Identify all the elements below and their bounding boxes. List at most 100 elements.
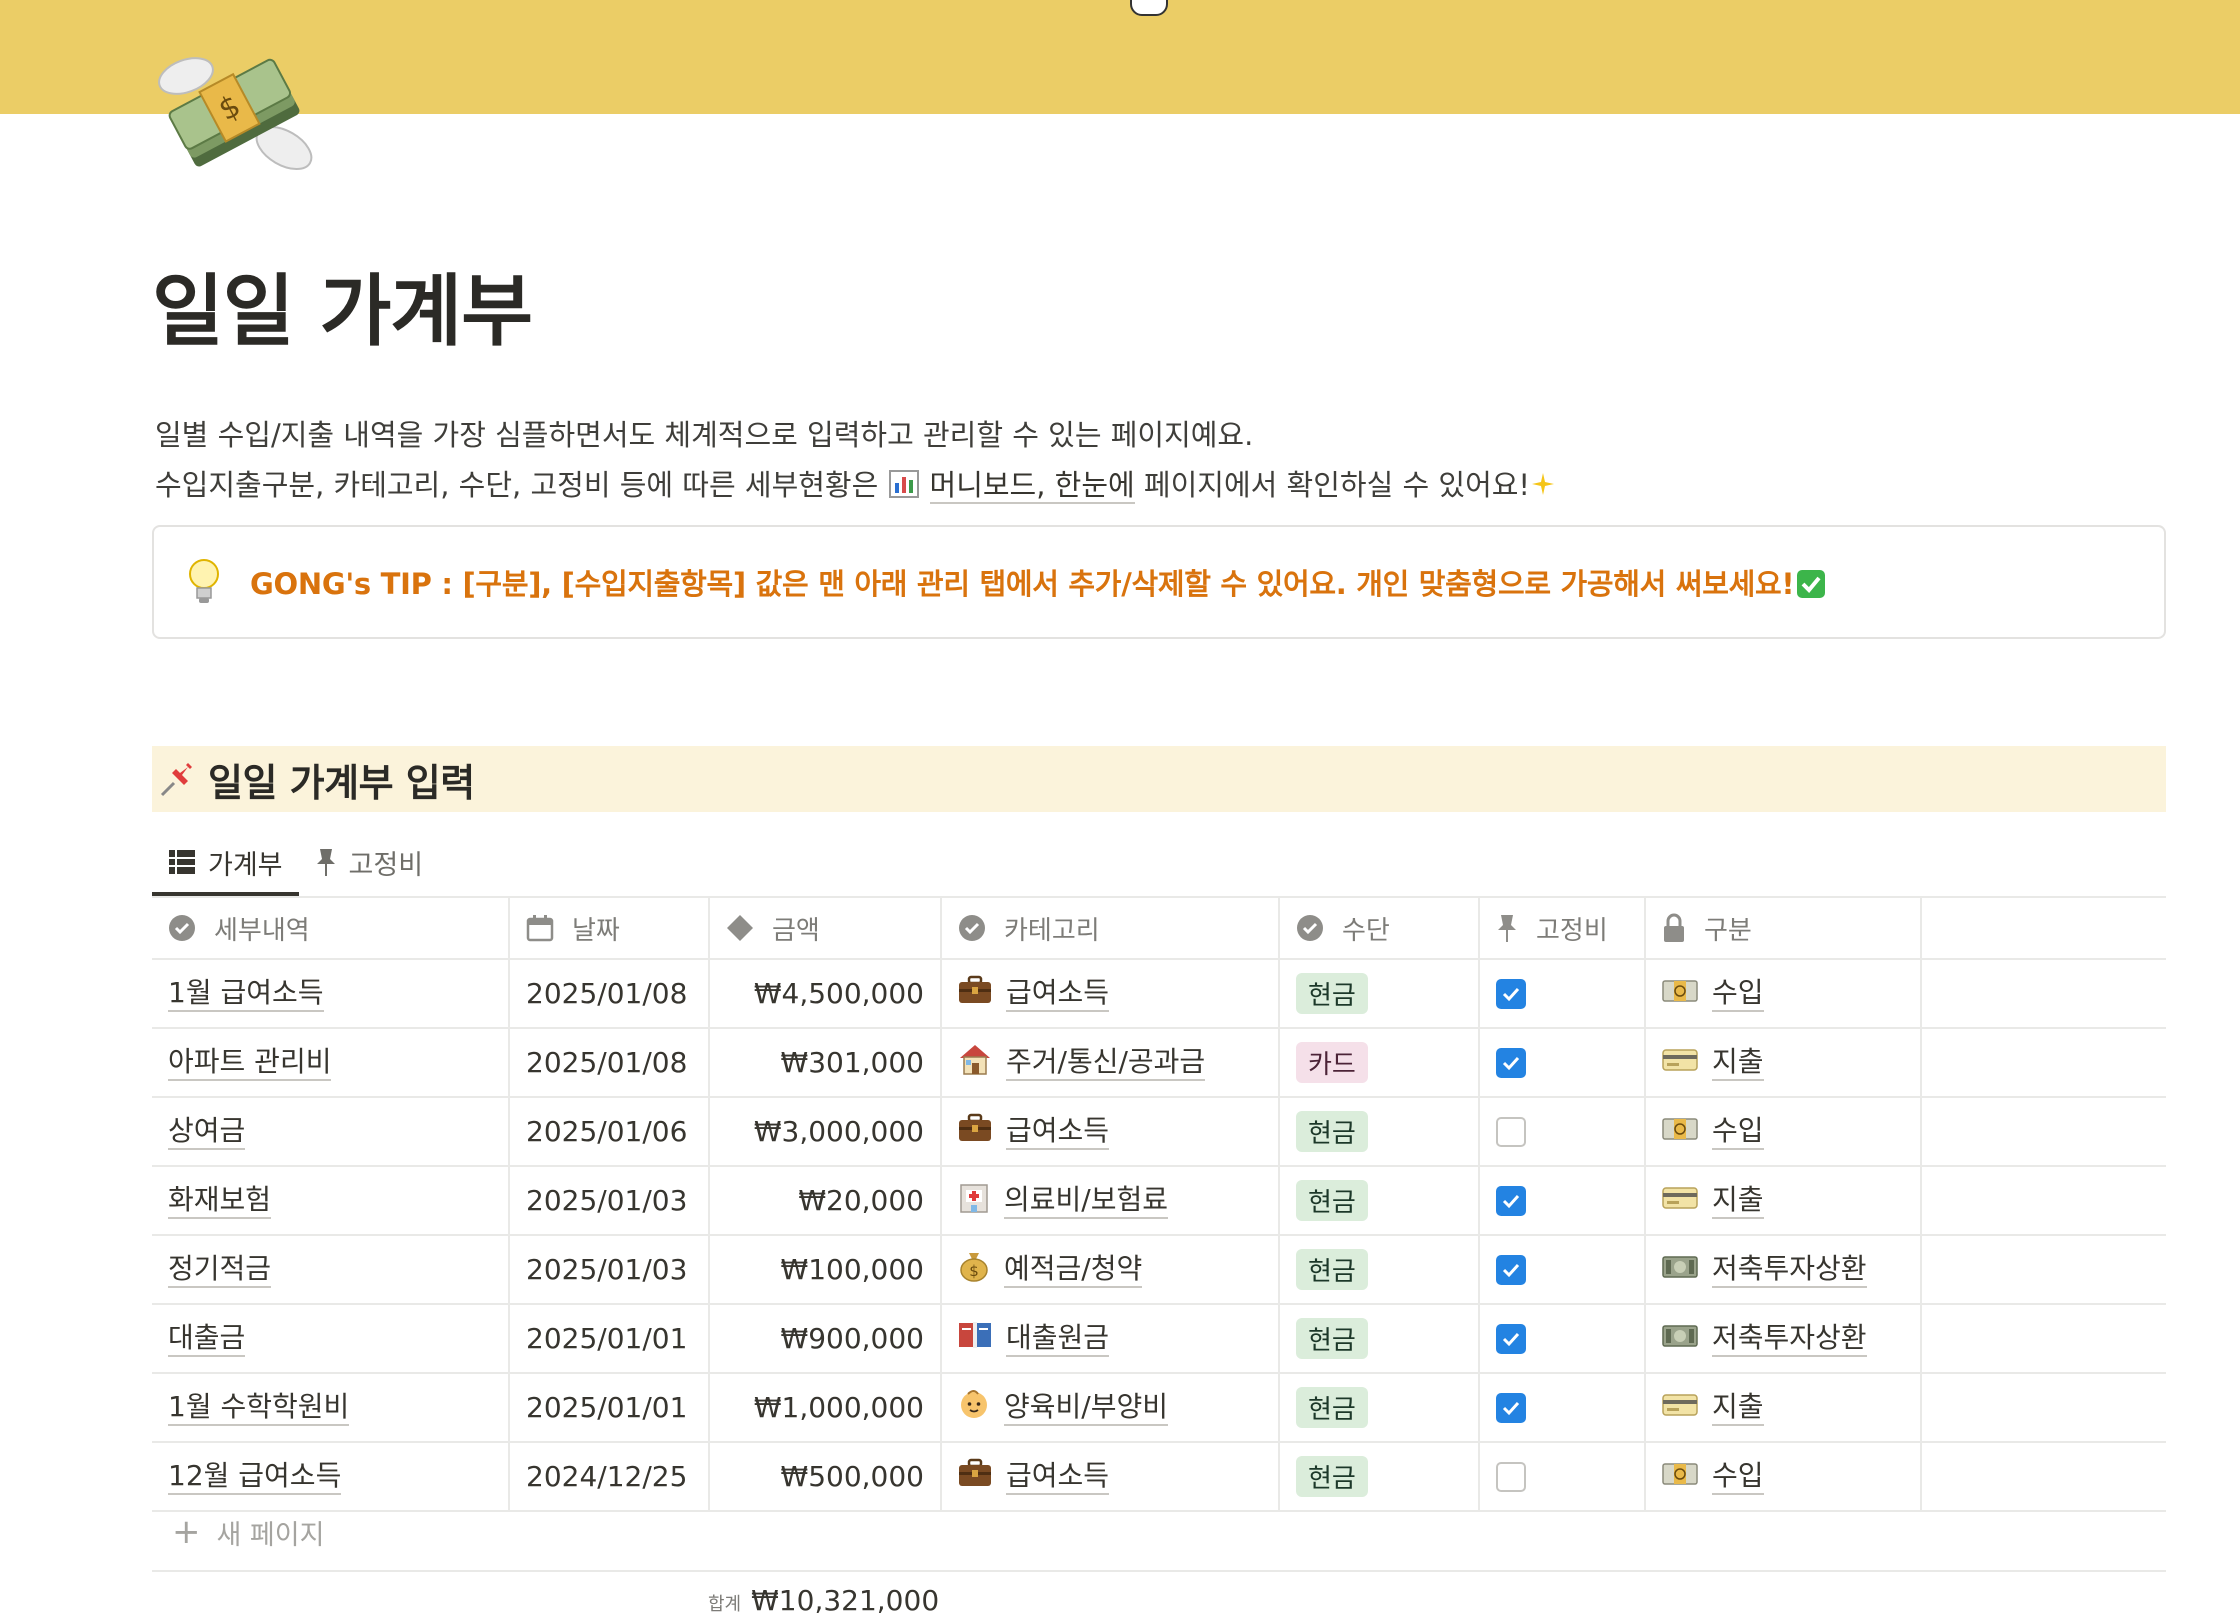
cell-detail[interactable]: 12월 급여소득 (152, 1443, 510, 1510)
cell-fixed-cost[interactable] (1480, 1236, 1646, 1303)
category-link[interactable]: 주거/통신/공과금 (1006, 1044, 1206, 1081)
cell-detail[interactable]: 정기적금 (152, 1236, 510, 1303)
tab-ledger[interactable]: 가계부 (152, 832, 299, 896)
cell-type[interactable]: 지출 (1646, 1167, 1922, 1234)
header-detail[interactable]: 세부내역 (152, 898, 510, 958)
cell-date[interactable]: 2025/01/01 (510, 1305, 710, 1372)
detail-link[interactable]: 화재보험 (168, 1182, 272, 1219)
header-category[interactable]: 카테고리 (942, 898, 1280, 958)
cell-method[interactable]: 현금 (1280, 1305, 1480, 1372)
fixed-cost-checkbox[interactable] (1496, 978, 1526, 1009)
cell-category[interactable]: 대출원금 (942, 1305, 1280, 1372)
table-row[interactable]: 정기적금 2025/01/03 ₩100,000 $ 예적금/청약 현금 저축투자상환 (152, 1236, 2166, 1305)
type-link[interactable]: 저축투자상환 (1712, 1320, 1867, 1357)
cell-method[interactable]: 현금 (1280, 1374, 1480, 1441)
cell-amount[interactable]: ₩100,000 (710, 1236, 942, 1303)
cell-type[interactable]: 수입 (1646, 960, 1922, 1027)
cell-category[interactable]: 주거/통신/공과금 (942, 1029, 1280, 1096)
table-row[interactable]: 12월 급여소득 2024/12/25 ₩500,000 급여소득 현금 수입 (152, 1443, 2166, 1512)
type-link[interactable]: 지출 (1712, 1182, 1764, 1219)
cell-date[interactable]: 2024/12/25 (510, 1443, 710, 1510)
tab-fixed-cost[interactable]: 고정비 (299, 832, 440, 892)
money-with-wings-icon[interactable]: $ (152, 36, 318, 182)
cell-date[interactable]: 2025/01/06 (510, 1098, 710, 1165)
cell-fixed-cost[interactable] (1480, 1443, 1646, 1510)
cell-amount[interactable]: ₩500,000 (710, 1443, 942, 1510)
type-link[interactable]: 수입 (1712, 1458, 1764, 1495)
table-row[interactable]: 아파트 관리비 2025/01/08 ₩301,000 주거/통신/공과금 카드 지출 (152, 1029, 2166, 1098)
amount-summary[interactable]: 합계 ₩10,321,000 (708, 1584, 939, 1617)
category-link[interactable]: 급여소득 (1006, 975, 1110, 1012)
cell-method[interactable]: 카드 (1280, 1029, 1480, 1096)
category-link[interactable]: 의료비/보험료 (1004, 1182, 1168, 1219)
cell-fixed-cost[interactable] (1480, 960, 1646, 1027)
cell-category[interactable]: 급여소득 (942, 1098, 1280, 1165)
cell-date[interactable]: 2025/01/08 (510, 1029, 710, 1096)
cell-fixed-cost[interactable] (1480, 1374, 1646, 1441)
type-link[interactable]: 수입 (1712, 1113, 1764, 1150)
category-link[interactable]: 양육비/부양비 (1004, 1389, 1168, 1426)
cell-category[interactable]: 의료비/보험료 (942, 1167, 1280, 1234)
page-title[interactable]: 일일 가계부 (152, 269, 533, 356)
moneyboard-link[interactable]: 머니보드, 한눈에 (929, 468, 1135, 504)
cell-date[interactable]: 2025/01/03 (510, 1167, 710, 1234)
section-header[interactable]: 일일 가계부 입력 (152, 746, 2166, 812)
table-row[interactable]: 1월 급여소득 2025/01/08 ₩4,500,000 급여소득 현금 수입 (152, 960, 2166, 1029)
cell-type[interactable]: 저축투자상환 (1646, 1305, 1922, 1372)
cell-amount[interactable]: ₩3,000,000 (710, 1098, 942, 1165)
cell-method[interactable]: 현금 (1280, 1443, 1480, 1510)
cell-amount[interactable]: ₩4,500,000 (710, 960, 942, 1027)
cell-detail[interactable]: 화재보험 (152, 1167, 510, 1234)
cell-type[interactable]: 저축투자상환 (1646, 1236, 1922, 1303)
type-link[interactable]: 지출 (1712, 1389, 1764, 1426)
header-fixed-cost[interactable]: 고정비 (1480, 898, 1646, 958)
type-link[interactable]: 수입 (1712, 975, 1764, 1012)
cell-type[interactable]: 지출 (1646, 1029, 1922, 1096)
category-link[interactable]: 예적금/청약 (1004, 1251, 1143, 1288)
cell-detail[interactable]: 1월 수학학원비 (152, 1374, 510, 1441)
cell-detail[interactable]: 대출금 (152, 1305, 510, 1372)
header-amount[interactable]: 금액 (710, 898, 942, 958)
detail-link[interactable]: 1월 급여소득 (168, 975, 324, 1012)
detail-link[interactable]: 정기적금 (168, 1251, 272, 1288)
cell-category[interactable]: 양육비/부양비 (942, 1374, 1280, 1441)
cell-amount[interactable]: ₩1,000,000 (710, 1374, 942, 1441)
cell-amount[interactable]: ₩900,000 (710, 1305, 942, 1372)
header-date[interactable]: 날짜 (510, 898, 710, 958)
cell-fixed-cost[interactable] (1480, 1029, 1646, 1096)
cell-type[interactable]: 지출 (1646, 1374, 1922, 1441)
cell-method[interactable]: 현금 (1280, 960, 1480, 1027)
new-page-button[interactable]: + 새 페이지 (172, 1512, 324, 1552)
detail-link[interactable]: 아파트 관리비 (168, 1044, 332, 1081)
cell-type[interactable]: 수입 (1646, 1098, 1922, 1165)
cell-fixed-cost[interactable] (1480, 1305, 1646, 1372)
header-method[interactable]: 수단 (1280, 898, 1480, 958)
table-row[interactable]: 화재보험 2025/01/03 ₩20,000 의료비/보험료 현금 지출 (152, 1167, 2166, 1236)
cover-banner[interactable] (0, 0, 2240, 114)
fixed-cost-checkbox[interactable] (1496, 1461, 1526, 1492)
fixed-cost-checkbox[interactable] (1496, 1254, 1526, 1285)
cell-date[interactable]: 2025/01/08 (510, 960, 710, 1027)
category-link[interactable]: 대출원금 (1006, 1320, 1110, 1357)
type-link[interactable]: 지출 (1712, 1044, 1764, 1081)
cell-fixed-cost[interactable] (1480, 1098, 1646, 1165)
fixed-cost-checkbox[interactable] (1496, 1392, 1526, 1423)
category-link[interactable]: 급여소득 (1006, 1113, 1110, 1150)
cell-date[interactable]: 2025/01/03 (510, 1236, 710, 1303)
cell-amount[interactable]: ₩301,000 (710, 1029, 942, 1096)
cell-type[interactable]: 수입 (1646, 1443, 1922, 1510)
cell-method[interactable]: 현금 (1280, 1167, 1480, 1234)
fixed-cost-checkbox[interactable] (1496, 1323, 1526, 1354)
cell-method[interactable]: 현금 (1280, 1236, 1480, 1303)
fixed-cost-checkbox[interactable] (1496, 1185, 1526, 1216)
detail-link[interactable]: 대출금 (168, 1320, 246, 1357)
cell-category[interactable]: 급여소득 (942, 960, 1280, 1027)
header-type[interactable]: 구분 (1646, 898, 1922, 958)
category-link[interactable]: 급여소득 (1006, 1458, 1110, 1495)
cell-method[interactable]: 현금 (1280, 1098, 1480, 1165)
cell-detail[interactable]: 아파트 관리비 (152, 1029, 510, 1096)
cell-category[interactable]: 급여소득 (942, 1443, 1280, 1510)
fixed-cost-checkbox[interactable] (1496, 1047, 1526, 1078)
cell-date[interactable]: 2025/01/01 (510, 1374, 710, 1441)
cell-fixed-cost[interactable] (1480, 1167, 1646, 1234)
